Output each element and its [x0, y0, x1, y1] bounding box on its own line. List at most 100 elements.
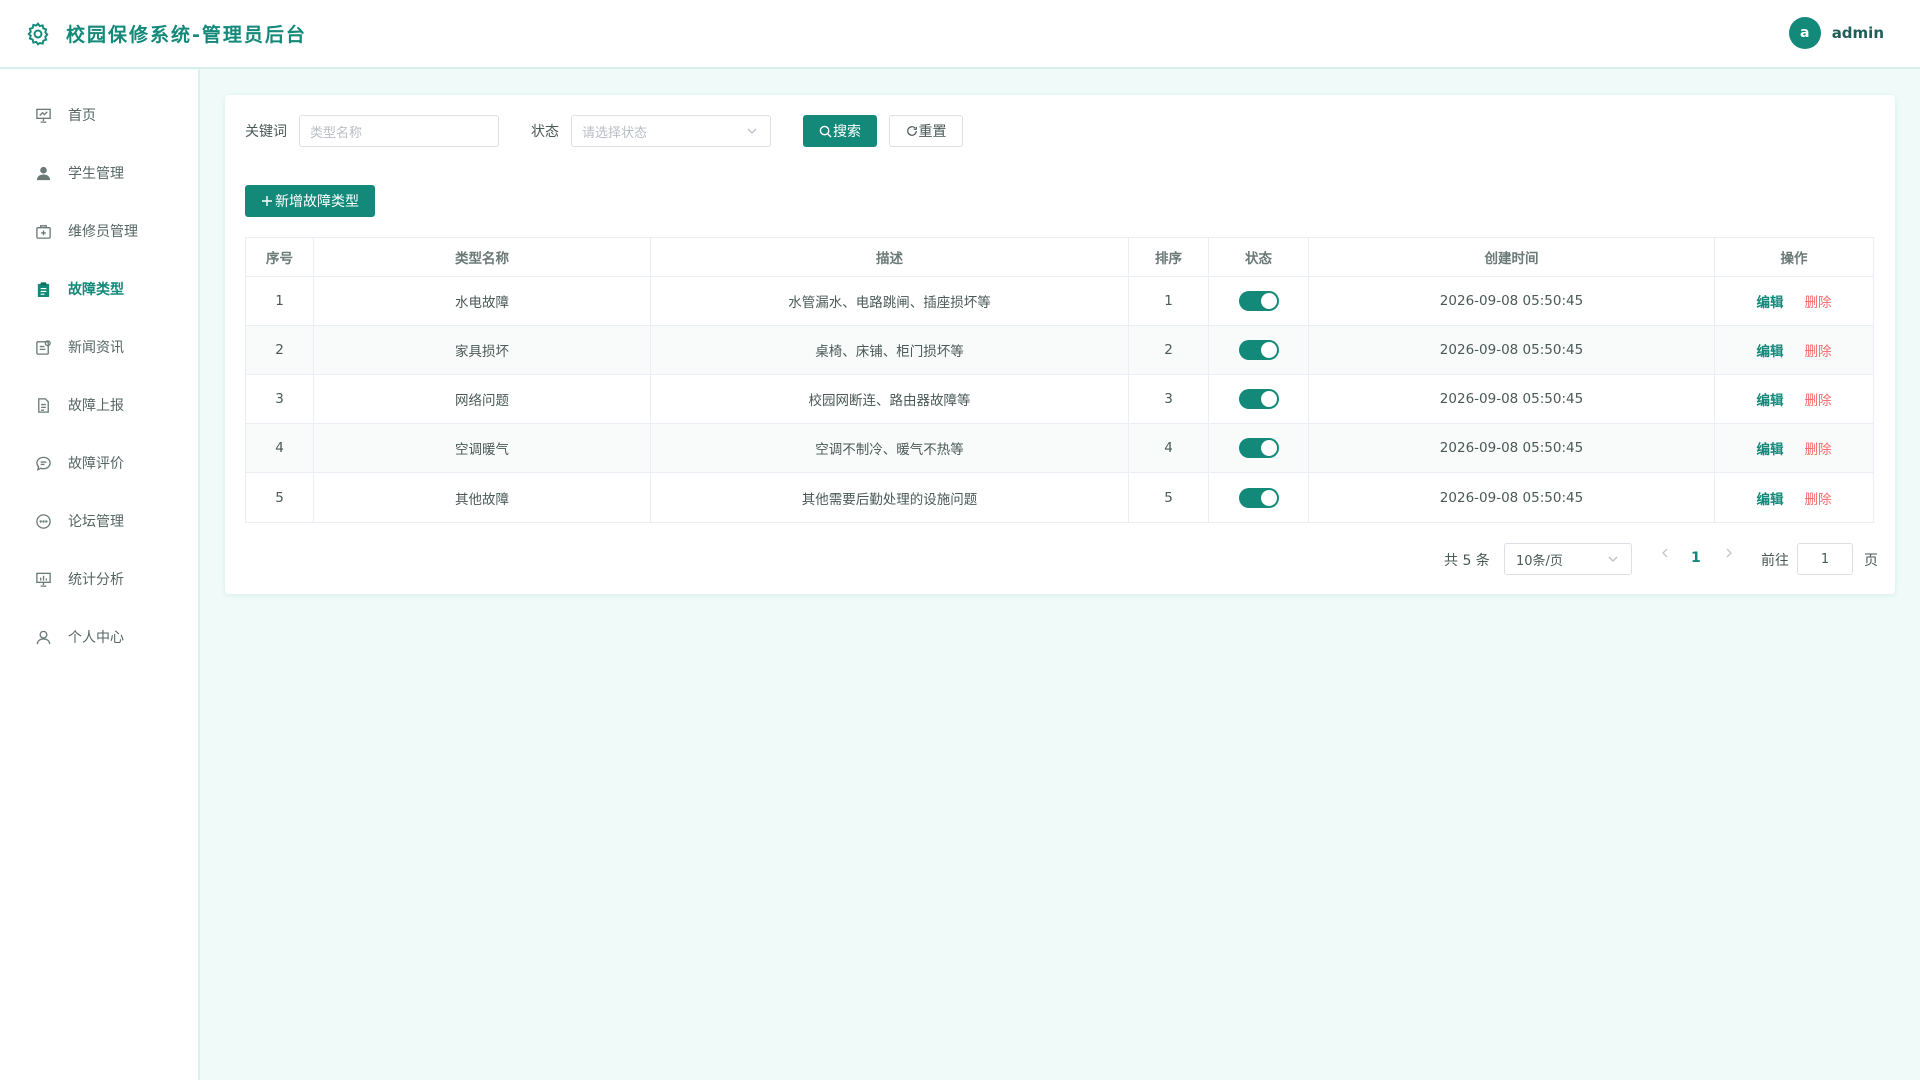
user-icon [34, 164, 52, 182]
cell-status [1209, 326, 1309, 374]
cell-actions: 编辑 删除 [1715, 473, 1873, 522]
chevron-down-icon [746, 125, 758, 141]
sidebar-item-forum[interactable]: 论坛管理 [0, 496, 198, 546]
keyword-label: 关键词 [245, 124, 287, 140]
page-number-current[interactable]: 1 [1691, 550, 1701, 566]
reset-button[interactable]: 重置 [889, 115, 963, 147]
cell-sort: 1 [1129, 277, 1209, 325]
cell-status [1209, 277, 1309, 325]
edit-link[interactable]: 编辑 [1757, 389, 1784, 409]
cell-index: 1 [246, 277, 314, 325]
column-header-name: 类型名称 [314, 238, 651, 276]
status-toggle[interactable] [1238, 291, 1279, 311]
status-toggle[interactable] [1238, 487, 1279, 508]
sidebar-item-fault-report[interactable]: 故障上报 [0, 380, 198, 430]
sidebar-item-home[interactable]: 首页 [0, 90, 198, 140]
cell-description: 桌椅、床铺、柜门损坏等 [651, 326, 1129, 374]
table-row: 3 网络问题 校园网断连、路由器故障等 3 2026-09-08 05:50:4… [246, 375, 1873, 424]
sidebar: 首页 学生管理 维修员管理 故障类型 新闻资讯 故障上报 故障评价 论坛管理 统… [0, 70, 200, 1080]
delete-link[interactable]: 删除 [1805, 389, 1832, 409]
sidebar-item-label: 维修员管理 [68, 224, 138, 240]
sidebar-item-fault-review[interactable]: 故障评价 [0, 438, 198, 488]
sidebar-item-students[interactable]: 学生管理 [0, 148, 198, 198]
status-select[interactable]: 请选择状态 [571, 115, 771, 147]
sidebar-item-label: 新闻资讯 [68, 340, 124, 356]
status-label: 状态 [531, 124, 559, 140]
cell-name: 网络问题 [314, 375, 651, 423]
sidebar-item-label: 个人中心 [68, 630, 124, 646]
table-row: 2 家具损坏 桌椅、床铺、柜门损坏等 2 2026-09-08 05:50:45… [246, 326, 1873, 375]
toggle-knob [1260, 391, 1277, 407]
cell-name: 家具损坏 [314, 326, 651, 374]
cell-sort: 2 [1129, 326, 1209, 374]
toggle-knob [1260, 440, 1277, 456]
cell-status [1209, 424, 1309, 472]
top-header: 校园保修系统-管理员后台 a admin [0, 0, 1920, 69]
cell-index: 5 [246, 473, 314, 522]
sidebar-item-fault-types[interactable]: 故障类型 [0, 264, 198, 314]
goto-page-input[interactable]: 1 [1797, 543, 1853, 575]
page-size-value: 10条/页 [1516, 553, 1563, 569]
user-menu[interactable]: a admin [1788, 17, 1884, 49]
cell-description: 空调不制冷、暖气不热等 [651, 424, 1129, 472]
edit-link[interactable]: 编辑 [1757, 488, 1784, 508]
plus-icon [261, 195, 273, 207]
news-icon [34, 338, 52, 356]
sidebar-item-label: 首页 [68, 108, 96, 124]
presentation-board-icon [34, 106, 52, 124]
status-toggle[interactable] [1238, 389, 1279, 409]
toggle-knob [1260, 342, 1277, 358]
table-row: 4 空调暖气 空调不制冷、暖气不热等 4 2026-09-08 05:50:45… [246, 424, 1873, 473]
reset-button-label: 重置 [918, 124, 947, 140]
cell-actions: 编辑 删除 [1715, 326, 1873, 374]
delete-link[interactable]: 删除 [1805, 340, 1832, 360]
cell-sort: 5 [1129, 473, 1209, 522]
cell-description: 其他需要后勤处理的设施问题 [651, 473, 1129, 522]
brand: 校园保修系统-管理员后台 [24, 20, 307, 48]
sidebar-item-repairmen[interactable]: 维修员管理 [0, 206, 198, 256]
cell-description: 校园网断连、路由器故障等 [651, 375, 1129, 423]
keyword-placeholder: 类型名称 [310, 125, 363, 141]
column-header-actions: 操作 [1780, 251, 1808, 267]
add-button-label: 新增故障类型 [275, 194, 359, 210]
delete-link[interactable]: 删除 [1805, 488, 1832, 508]
cell-actions: 编辑 删除 [1715, 424, 1873, 472]
delete-link[interactable]: 删除 [1805, 291, 1832, 311]
prev-page-icon[interactable] [1660, 547, 1670, 563]
sidebar-item-statistics[interactable]: 统计分析 [0, 554, 198, 604]
edit-link[interactable]: 编辑 [1757, 291, 1784, 311]
sidebar-item-news[interactable]: 新闻资讯 [0, 322, 198, 372]
stats-board-icon [34, 570, 52, 588]
edit-link[interactable]: 编辑 [1757, 340, 1784, 360]
next-page-icon[interactable] [1724, 547, 1734, 563]
goto-label: 前往 [1761, 553, 1789, 569]
sidebar-item-profile[interactable]: 个人中心 [0, 612, 198, 662]
person-outline-icon [34, 628, 52, 646]
chat-icon [34, 512, 52, 530]
goto-page-value: 1 [1820, 551, 1830, 567]
keyword-input[interactable]: 类型名称 [299, 115, 499, 147]
cell-created: 2026-09-08 05:50:45 [1309, 424, 1715, 472]
column-header-created: 创建时间 [1309, 238, 1715, 276]
column-header-index: 序号 [246, 238, 314, 276]
search-button[interactable]: 搜索 [803, 115, 877, 147]
username[interactable]: admin [1832, 24, 1884, 42]
clipboard-icon [34, 280, 52, 298]
comment-icon [34, 454, 52, 472]
cell-name: 水电故障 [314, 277, 651, 325]
page-size-select[interactable]: 10条/页 [1504, 543, 1632, 575]
toolbox-icon [34, 222, 52, 240]
document-icon [34, 396, 52, 414]
column-header-description: 描述 [651, 238, 1129, 276]
edit-link[interactable]: 编辑 [1757, 438, 1784, 458]
status-toggle[interactable] [1238, 438, 1279, 458]
search-button-label: 搜索 [833, 124, 861, 140]
avatar[interactable]: a [1788, 17, 1821, 49]
delete-link[interactable]: 删除 [1805, 438, 1832, 458]
sidebar-item-label: 学生管理 [68, 166, 124, 182]
add-fault-type-button[interactable]: 新增故障类型 [245, 185, 375, 217]
status-toggle[interactable] [1238, 340, 1279, 360]
cell-name: 其他故障 [314, 473, 651, 522]
cell-sort: 3 [1129, 375, 1209, 423]
cell-status [1209, 473, 1309, 522]
